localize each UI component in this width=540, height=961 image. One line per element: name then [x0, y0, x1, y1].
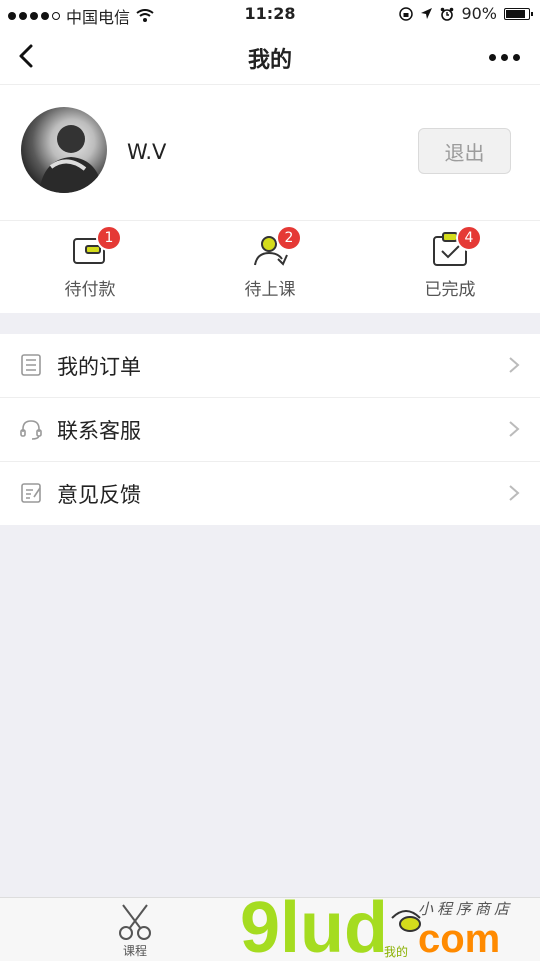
more-options-icon[interactable]	[489, 54, 520, 61]
username: W.V	[127, 140, 167, 164]
navigation-bar: 我的	[0, 28, 540, 85]
chevron-right-icon	[509, 485, 520, 501]
status-right: 90%	[399, 4, 533, 23]
battery-fill	[506, 9, 525, 18]
menu-item-customer-service[interactable]: 联系客服	[0, 398, 540, 462]
notification-badge: 1	[96, 225, 122, 251]
battery-percentage: 90%	[461, 4, 497, 23]
chevron-right-icon	[509, 357, 520, 373]
logout-button[interactable]: 退出	[418, 128, 511, 174]
tab-bar: 课程 我的	[0, 897, 540, 961]
avatar-photo	[39, 125, 103, 193]
document-icon	[21, 354, 41, 376]
notification-badge: 2	[276, 225, 302, 251]
menu-item-label: 联系客服	[57, 419, 141, 443]
profile-tab-icon	[391, 910, 421, 932]
menu-item-label: 我的订单	[57, 355, 141, 379]
order-status-label: 待付款	[64, 280, 116, 300]
menu-item-label: 意见反馈	[57, 483, 141, 507]
order-status-row: 1 待付款 2 待上课 4 已完成	[0, 221, 540, 313]
menu-item-my-orders[interactable]: 我的订单	[0, 334, 540, 398]
order-status-label: 已完成	[424, 280, 476, 300]
status-bar: 中国电信 11:28 90%	[0, 0, 540, 28]
menu-list: 我的订单 联系客服 意见反馈	[0, 334, 540, 525]
battery-icon	[504, 7, 533, 20]
tab-label-active: 我的	[383, 945, 408, 959]
tab-mine[interactable]: 我的	[370, 898, 440, 961]
menu-item-feedback[interactable]: 意见反馈	[0, 462, 540, 525]
order-status-label: 待上课	[244, 280, 296, 300]
chevron-right-icon	[509, 421, 520, 437]
profile-header: W.V 退出	[0, 85, 540, 221]
edit-note-icon	[21, 483, 41, 503]
order-status-completed[interactable]: 4 已完成	[360, 221, 540, 313]
avatar[interactable]	[21, 107, 107, 193]
alarm-clock-icon	[441, 7, 454, 21]
tab-label: 课程	[122, 944, 147, 958]
tab-courses[interactable]: 课程	[95, 898, 175, 961]
order-status-pending-payment[interactable]: 1 待付款	[0, 221, 180, 313]
page-title: 我的	[247, 48, 292, 73]
order-status-upcoming-class[interactable]: 2 待上课	[180, 221, 360, 313]
location-arrow-icon	[421, 8, 433, 19]
scissors-icon	[119, 904, 151, 940]
headset-icon	[20, 420, 42, 440]
notification-badge: 4	[456, 225, 482, 251]
orientation-lock-icon	[399, 6, 414, 21]
